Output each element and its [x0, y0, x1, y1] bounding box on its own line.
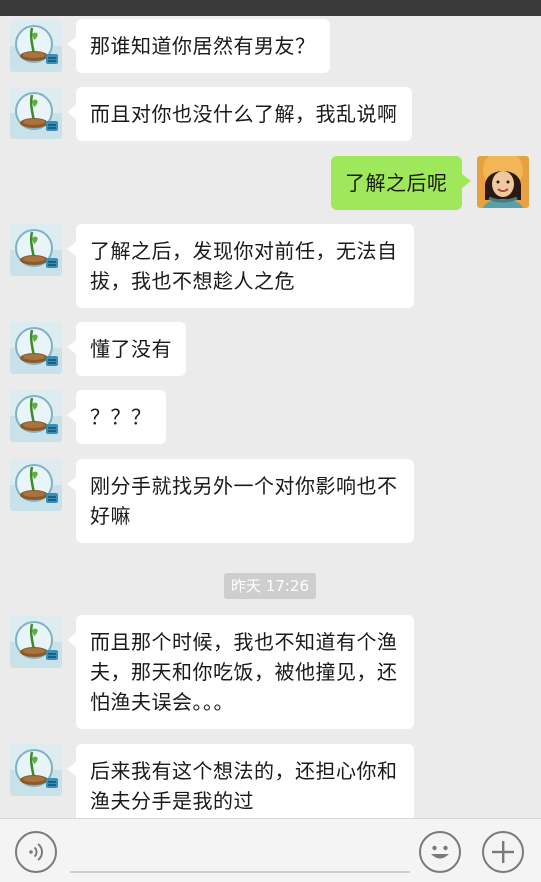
chat-area[interactable]: 那谁知道你居然有男友？ 而且对你也没什么了解，我乱说啊 了解之后呢 了解之后，发…: [0, 16, 541, 818]
contact-avatar[interactable]: [10, 744, 62, 796]
emoji-icon: [431, 845, 449, 859]
message-bubble[interactable]: 后来我有这个想法的，还担心你和渔夫分手是我的过: [67, 744, 414, 818]
message-bubble[interactable]: 了解之后呢: [331, 156, 470, 210]
voice-button[interactable]: [15, 831, 57, 873]
message-bubble[interactable]: 那谁知道你居然有男友？: [67, 19, 330, 73]
input-bar: [0, 818, 541, 882]
contact-avatar[interactable]: [10, 20, 62, 72]
user-avatar[interactable]: [477, 156, 529, 208]
contact-avatar[interactable]: [10, 322, 62, 374]
emoji-button[interactable]: [419, 831, 461, 873]
message-bubble[interactable]: 刚分手就找另外一个对你影响也不好嘛: [67, 459, 414, 543]
contact-avatar[interactable]: [10, 224, 62, 276]
message-bubble[interactable]: 而且对你也没什么了解，我乱说啊: [67, 87, 412, 141]
timestamp: 昨天 17:26: [224, 573, 316, 599]
message-bubble[interactable]: ？？？: [67, 390, 166, 444]
status-bar: [0, 0, 541, 16]
message-bubble[interactable]: 懂了没有: [67, 322, 186, 376]
message-input[interactable]: [70, 831, 410, 873]
contact-avatar[interactable]: [10, 459, 62, 511]
more-button[interactable]: [482, 831, 524, 873]
plus-icon: [492, 841, 514, 863]
contact-avatar[interactable]: [10, 87, 62, 139]
contact-avatar[interactable]: [10, 390, 62, 442]
message-bubble[interactable]: 了解之后，发现你对前任，无法自拔，我也不想趁人之危: [67, 224, 414, 308]
message-bubble[interactable]: 而且那个时候，我也不知道有个渔夫，那天和你吃饭，被他撞见，还怕渔夫误会。。。: [67, 615, 414, 729]
contact-avatar[interactable]: [10, 616, 62, 668]
voice-icon: [29, 843, 43, 861]
input-underline: [70, 871, 410, 873]
